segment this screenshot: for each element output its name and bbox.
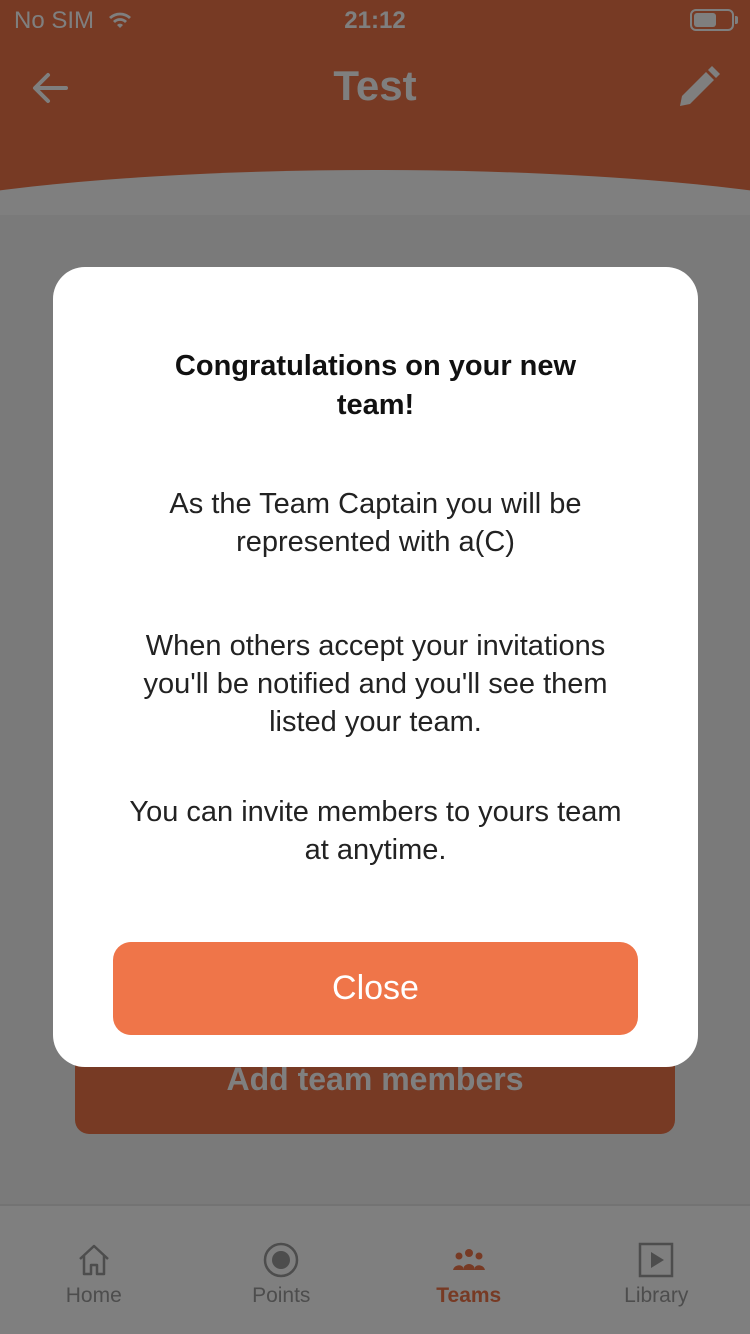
congratulations-dialog: Congratulations on your new team! As the… — [53, 267, 698, 1067]
close-button[interactable]: Close — [113, 942, 638, 1035]
dialog-paragraph-invite: You can invite members to yours team at … — [129, 796, 622, 866]
dialog-paragraph-invitations: When others accept your invitations you'… — [143, 630, 608, 738]
dialog-paragraph-captain: As the Team Captain you will be represen… — [169, 488, 582, 558]
dialog-title: Congratulations on your new team! — [174, 350, 577, 421]
